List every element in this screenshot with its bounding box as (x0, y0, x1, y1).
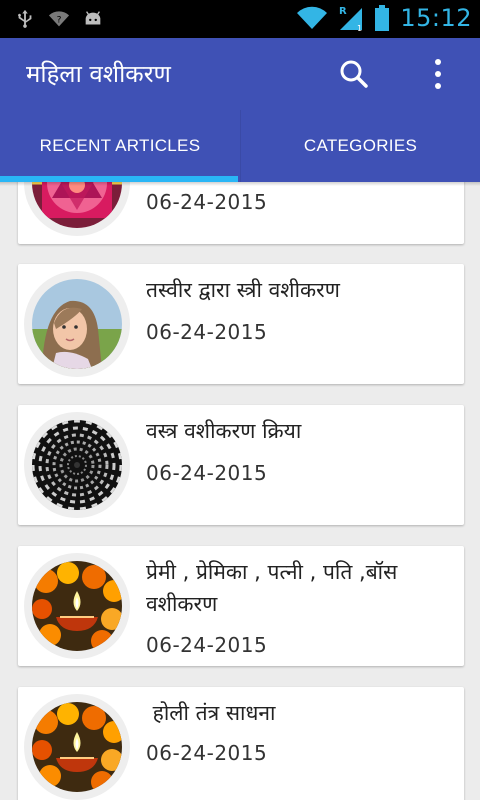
article-date: 06-24-2015 (146, 190, 268, 214)
clock: 15:12 (400, 4, 472, 32)
search-icon (340, 60, 368, 88)
app-bar: महिला वशीकरण RECENT ARTICLES CATEGORIES (0, 38, 480, 182)
article-card[interactable]: प्रेमी , प्रेमिका , पत्नी , पति ,बॉस वशी… (18, 546, 464, 666)
more-vert-icon (435, 59, 441, 89)
article-thumbnail (24, 412, 130, 518)
wifi-question-icon: ? (48, 11, 70, 27)
yantra-image (32, 182, 122, 228)
article-card[interactable]: तस्वीर द्वारा स्त्री वशीकरण 06-24-2015 (18, 264, 464, 384)
article-thumbnail (24, 694, 130, 800)
article-title: होली तंत्र साधना (146, 701, 276, 725)
article-title: तस्वीर द्वारा स्त्री वशीकरण (146, 278, 340, 302)
svg-text:1: 1 (357, 24, 362, 32)
svg-text:?: ? (57, 15, 62, 26)
article-thumbnail (24, 271, 130, 377)
article-card[interactable]: वस्त्र वशीकरण क्रिया 06-24-2015 (18, 405, 464, 525)
overflow-menu-button[interactable] (424, 56, 452, 92)
battery-icon (375, 5, 390, 31)
search-button[interactable] (336, 56, 372, 92)
article-date: 06-24-2015 (146, 461, 268, 485)
wifi-icon (297, 6, 328, 30)
article-date: 06-24-2015 (146, 741, 268, 765)
tab-label: RECENT ARTICLES (39, 136, 201, 155)
article-title: वस्त्र वशीकरण क्रिया (146, 419, 302, 443)
app-bar-shadow (0, 182, 480, 186)
svg-text:R: R (339, 6, 347, 17)
page-title: महिला वशीकरण (26, 60, 171, 88)
signal-roaming-icon: R1 (339, 6, 362, 32)
usb-icon (18, 9, 32, 28)
article-thumbnail (24, 182, 130, 236)
article-card[interactable]: होली तंत्र साधना 06-24-2015 (18, 687, 464, 800)
android-icon (85, 11, 101, 25)
tab-categories[interactable]: CATEGORIES (240, 110, 480, 182)
article-list[interactable]: 06-24-2015 तस्वीर द्वारा स्त्री वशीकरण 0… (0, 182, 480, 800)
article-date: 06-24-2015 (146, 633, 268, 657)
article-thumbnail (24, 553, 130, 659)
status-bar: ? R1 15:12 (0, 0, 480, 38)
article-title: प्रेमी , प्रेमिका , पत्नी , पति ,बॉस वशी… (146, 560, 398, 616)
diya-flowers-image (32, 702, 122, 792)
diya-flowers-image (32, 561, 122, 651)
girl-photo-image (32, 279, 122, 369)
tab-recent-articles[interactable]: RECENT ARTICLES (0, 110, 240, 182)
tab-label: CATEGORIES (303, 136, 418, 155)
article-date: 06-24-2015 (146, 320, 268, 344)
tab-bar: RECENT ARTICLES CATEGORIES (0, 110, 480, 182)
article-card[interactable]: 06-24-2015 (18, 182, 464, 244)
hypnotic-spiral-image (32, 420, 122, 510)
